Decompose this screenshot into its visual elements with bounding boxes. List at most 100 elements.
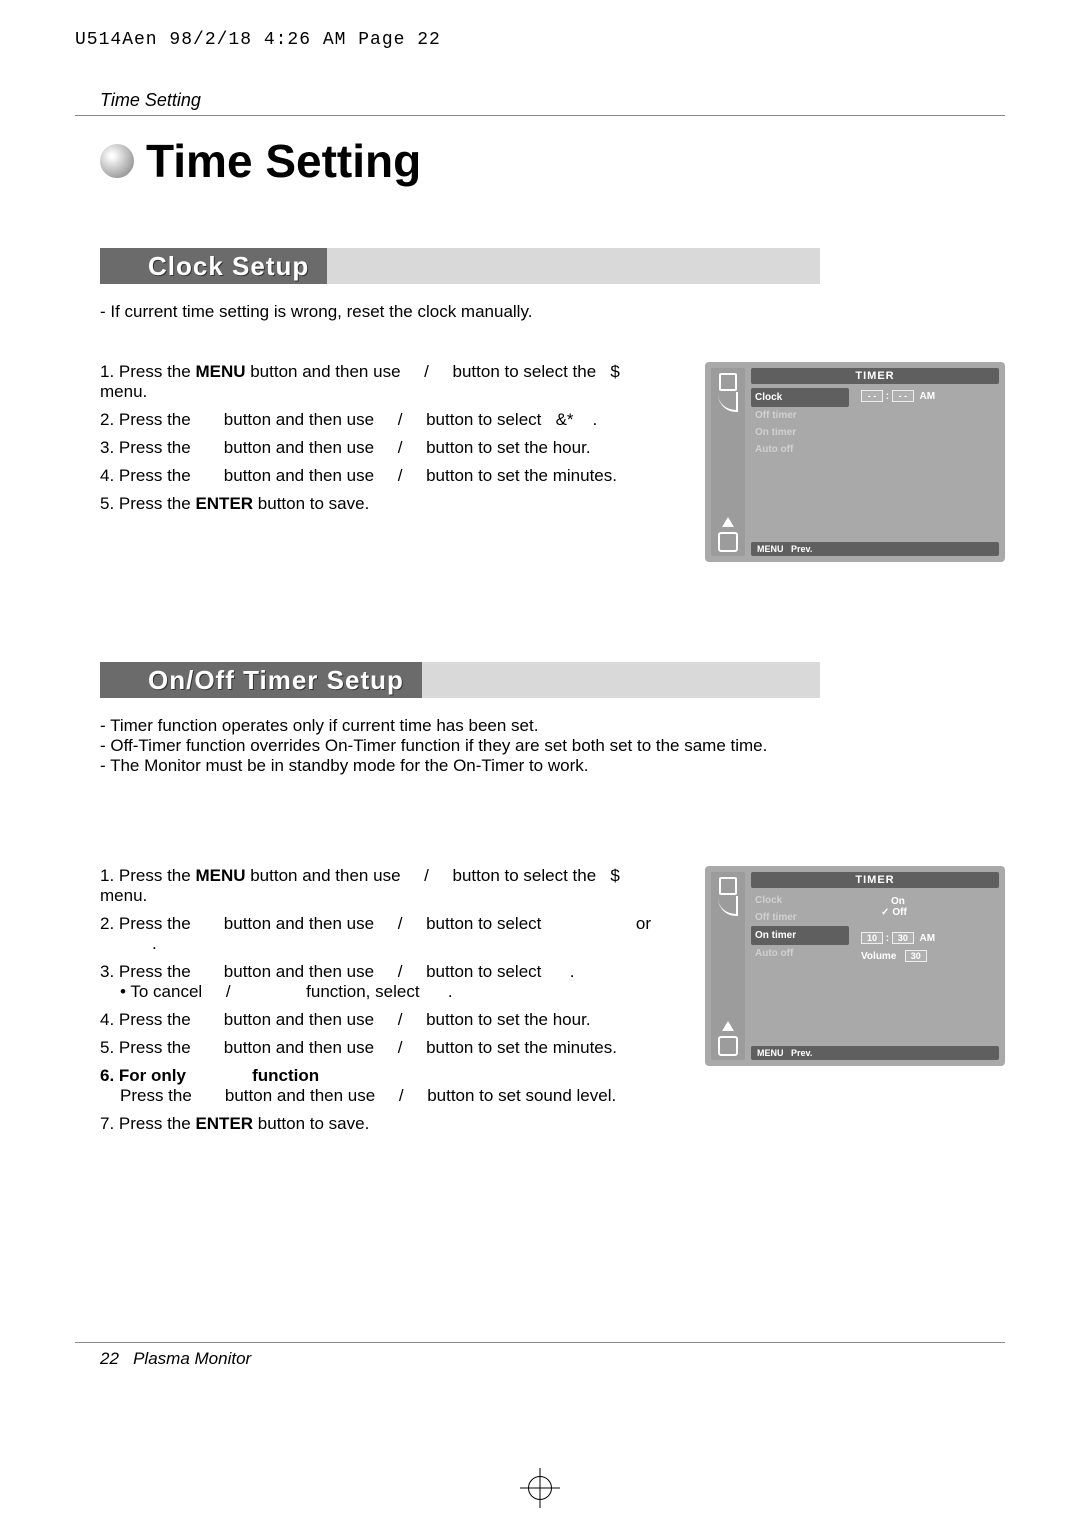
- t: MENU: [195, 362, 245, 381]
- osd-footer: MENU Prev.: [751, 1046, 999, 1060]
- osd-footer-menu: MENU: [757, 1048, 784, 1058]
- page-number: 22: [100, 1349, 119, 1368]
- osd-icon-square: [718, 372, 738, 392]
- timer-intro-item: Timer function operates only if current …: [100, 716, 1005, 736]
- footer-row: 22 Plasma Monitor: [75, 1342, 1005, 1369]
- osd-menu-item: Off timer: [751, 407, 851, 424]
- t: button to select the: [448, 866, 601, 885]
- crop-mark-icon: [520, 1468, 560, 1508]
- t: 1. Press the: [100, 866, 195, 885]
- t: button and then use: [219, 438, 379, 457]
- t: button and then use: [219, 466, 379, 485]
- t: .: [570, 962, 575, 981]
- t: button and then use: [219, 914, 379, 933]
- step-1: 1. Press the MENU button and then use / …: [100, 362, 675, 402]
- t: MENU: [195, 866, 245, 885]
- osd-off-label: Off: [892, 907, 906, 918]
- t: /: [226, 982, 231, 1001]
- t: /: [399, 1086, 404, 1105]
- t: menu.: [100, 886, 147, 905]
- step-2: 2. Press the button and then use / butto…: [100, 410, 675, 430]
- osd-sidebar: [711, 872, 745, 1060]
- step-5: 5. Press the button and then use / butto…: [100, 1038, 675, 1058]
- step-4: 4. Press the button and then use / butto…: [100, 1010, 675, 1030]
- t: button to set the hour.: [421, 438, 590, 457]
- osd-ampm: AM: [919, 933, 935, 944]
- t: 5. Press the: [100, 494, 195, 513]
- osd-mm: 30: [892, 932, 914, 944]
- t: 4. Press the: [100, 1010, 195, 1029]
- page-title: Time Setting: [146, 134, 421, 188]
- manual-page: U514Aen 98/2/18 4:26 AM Page 22 Time Set…: [0, 0, 1080, 1528]
- step-4: 4. Press the button and then use / butto…: [100, 466, 675, 486]
- t: Press the: [120, 1086, 197, 1105]
- t: ENTER: [195, 1114, 253, 1133]
- osd-volume-label: Volume: [861, 951, 896, 962]
- t: button to select the: [448, 362, 601, 381]
- t: button and then use: [219, 962, 379, 981]
- clock-steps: 1. Press the MENU button and then use / …: [100, 362, 675, 522]
- osd-sep: :: [886, 933, 889, 944]
- t: button and then use: [246, 866, 406, 885]
- osd-icon-gear: [718, 1036, 738, 1056]
- step-3: 3. Press the button and then use / butto…: [100, 438, 675, 458]
- osd-header: TIMER: [751, 872, 999, 888]
- t: /: [424, 362, 429, 381]
- osd-footer-prev: Prev.: [791, 1048, 812, 1058]
- t: button to set the minutes.: [421, 1038, 617, 1057]
- t: 1. Press the: [100, 362, 195, 381]
- footer-label: Plasma Monitor: [133, 1349, 251, 1368]
- section-title-timer: On/Off Timer Setup: [148, 665, 404, 696]
- osd-sidebar: [711, 368, 745, 556]
- t: button and then use: [219, 1038, 379, 1057]
- running-title-row: Time Setting: [75, 90, 1005, 116]
- osd-menu-item: Clock: [751, 892, 851, 909]
- osd-footer-menu: MENU: [757, 544, 784, 554]
- t: menu.: [100, 382, 147, 401]
- osd-icon-square: [718, 876, 738, 896]
- osd-menu-selected: On timer: [751, 926, 849, 945]
- step-7: 7. Press the ENTER button to save.: [100, 1114, 675, 1134]
- step-5: 5. Press the ENTER button to save.: [100, 494, 675, 514]
- t: • To cancel: [120, 982, 207, 1001]
- t: button to set the hour.: [421, 1010, 590, 1029]
- osd-icon-curve: [718, 896, 738, 916]
- osd-menu-item: Off timer: [751, 909, 851, 926]
- t: .: [448, 982, 453, 1001]
- t: 2. Press the: [100, 914, 195, 933]
- t: /: [398, 1010, 403, 1029]
- timer-content-row: 1. Press the MENU button and then use / …: [100, 866, 1005, 1142]
- t: $: [610, 866, 619, 885]
- timer-intro-list: Timer function operates only if current …: [100, 716, 1005, 776]
- osd-footer-prev: Prev.: [791, 544, 812, 554]
- osd-menu: Clock Off timer On timer Auto off: [751, 388, 851, 538]
- timer-steps: 1. Press the MENU button and then use / …: [100, 866, 675, 1142]
- t: 3. Press the: [100, 438, 195, 457]
- t: button and then use: [246, 362, 406, 381]
- osd-panel-timer: TIMER Clock Off timer On timer Auto off …: [705, 866, 1005, 1066]
- t: /: [398, 914, 403, 933]
- t: .: [152, 934, 157, 953]
- osd-menu-item: Auto off: [751, 945, 851, 962]
- t: /: [398, 1038, 403, 1057]
- section-bar-clock: Clock Setup: [100, 248, 820, 284]
- step-1: 1. Press the MENU button and then use / …: [100, 866, 675, 906]
- step-3: 3. Press the button and then use / butto…: [100, 962, 675, 1002]
- t: function, select: [301, 982, 424, 1001]
- t: button to save.: [253, 494, 369, 513]
- osd-icon-tri: [718, 1016, 738, 1036]
- running-title: Time Setting: [75, 90, 1005, 115]
- t: 4. Press the: [100, 466, 195, 485]
- osd-icon-gear: [718, 532, 738, 552]
- t: button to set the minutes.: [421, 466, 617, 485]
- clock-intro-item: If current time setting is wrong, reset …: [100, 302, 1005, 322]
- t: 5. Press the: [100, 1038, 195, 1057]
- osd-volume-value: 30: [905, 950, 927, 962]
- osd-icon-curve: [718, 392, 738, 412]
- timer-intro-item: Off-Timer function overrides On-Timer fu…: [100, 736, 1005, 756]
- t: button to select: [421, 410, 546, 429]
- t: /: [398, 466, 403, 485]
- osd-sep: :: [886, 391, 889, 402]
- osd-hh: 10: [861, 932, 883, 944]
- t: button to set sound level.: [422, 1086, 616, 1105]
